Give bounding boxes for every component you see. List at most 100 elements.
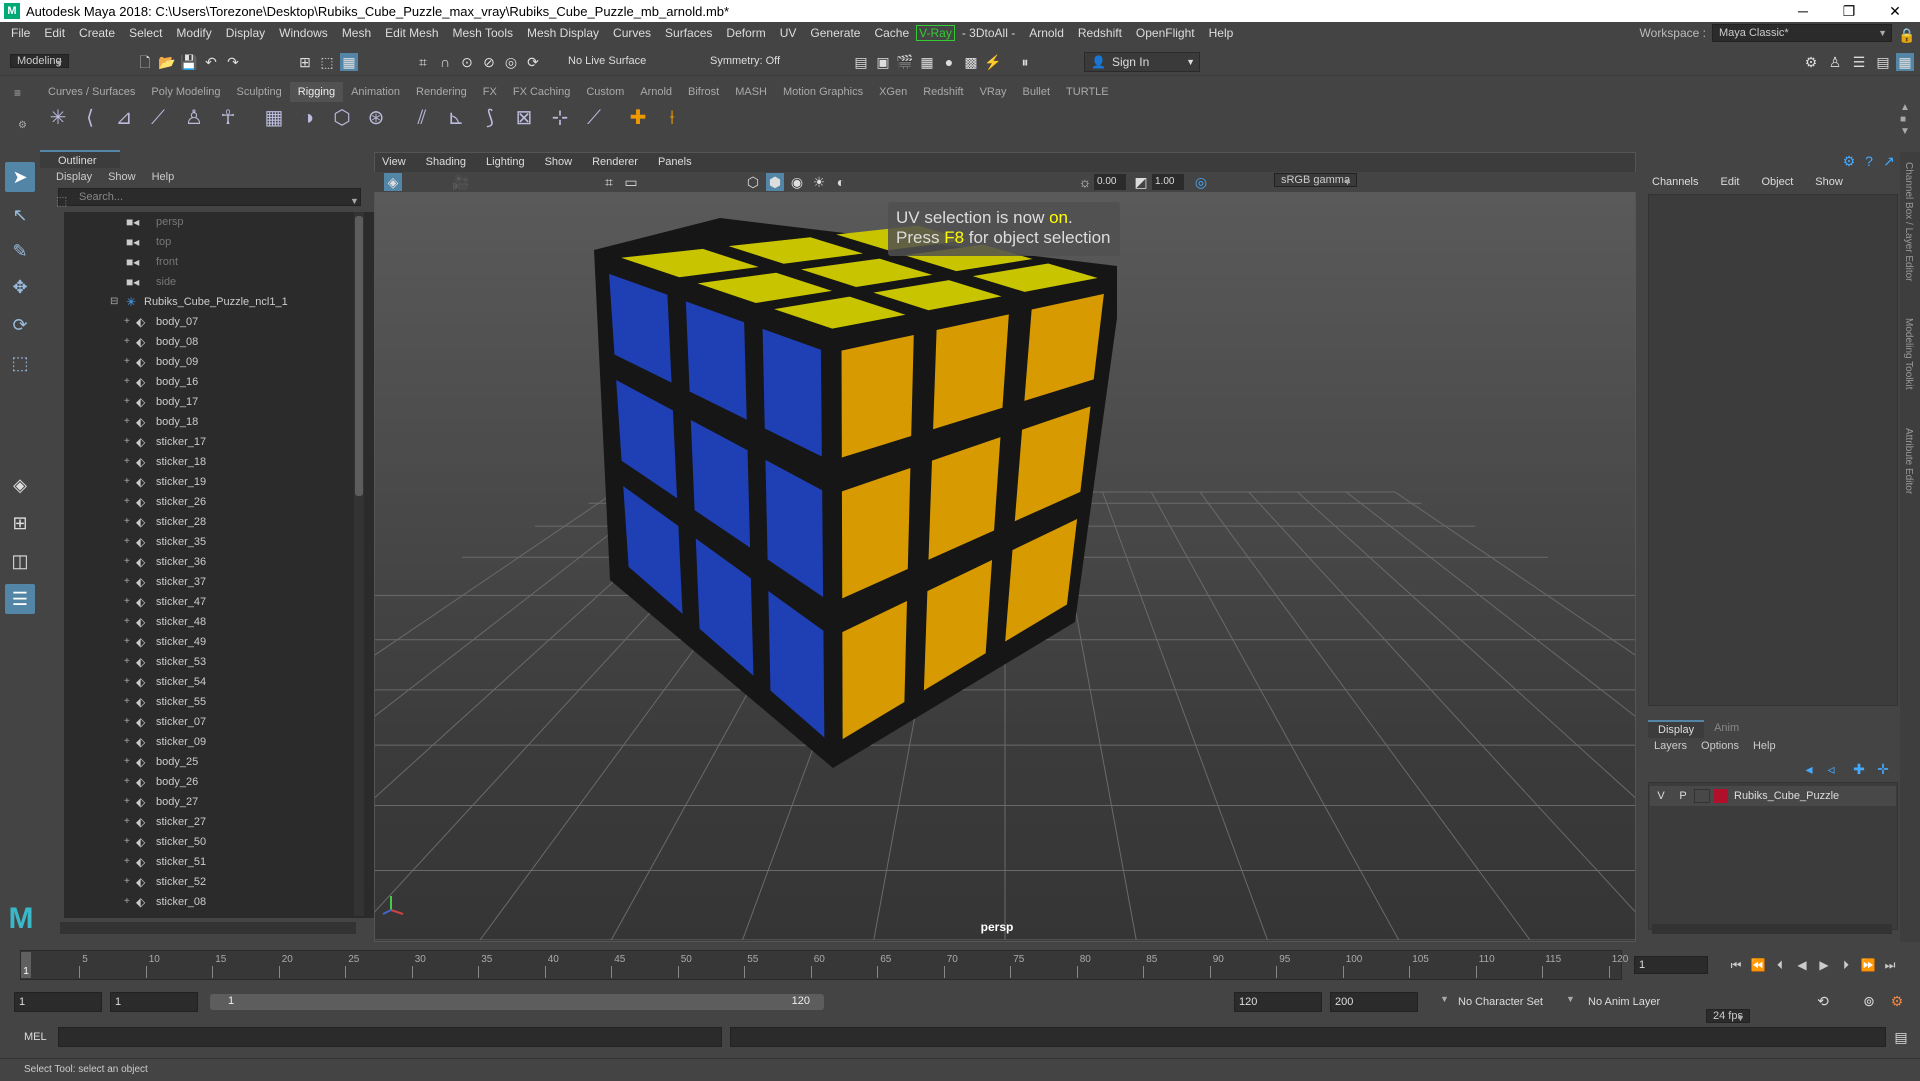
list-item[interactable]: + ⬖ sticker_51 <box>64 852 384 872</box>
list-item[interactable]: + ⬖ body_09 <box>64 352 384 372</box>
menu-openflight[interactable]: OpenFlight <box>1129 26 1202 40</box>
rigid-bind-icon[interactable]: ⊠ <box>510 104 538 132</box>
list-item[interactable]: + ⬖ sticker_49 <box>64 632 384 652</box>
chevron-down-icon[interactable]: ▼ <box>350 196 359 206</box>
menu-cache[interactable]: Cache <box>867 26 916 40</box>
menu-3dtoall[interactable]: - 3DtoAll - <box>955 26 1022 40</box>
expand-icon[interactable]: + <box>124 872 130 892</box>
expand-icon[interactable]: + <box>124 812 130 832</box>
select-hierarchy-icon[interactable]: ⊞ <box>296 53 314 71</box>
expand-icon[interactable]: + <box>124 452 130 472</box>
symmetry-dropdown[interactable]: Symmetry: Off <box>710 55 780 67</box>
channel-menu-channels[interactable]: Channels <box>1652 176 1698 188</box>
select-object-icon[interactable]: ⬚ <box>318 53 336 71</box>
cluster-icon[interactable]: ◑ <box>294 104 322 132</box>
play-backward-icon[interactable]: ◀ <box>1792 956 1812 974</box>
shelf-tab-curves-surfaces[interactable]: Curves / Surfaces <box>40 82 143 102</box>
loop-icon[interactable]: ⟲ <box>1814 992 1832 1010</box>
menu-deform[interactable]: Deform <box>719 26 772 40</box>
sign-in-button[interactable]: 👤 Sign In ▼ <box>1084 52 1200 72</box>
shelf-tab-xgen[interactable]: XGen <box>871 82 915 102</box>
list-item[interactable]: + ⬖ sticker_54 <box>64 672 384 692</box>
expand-icon[interactable]: + <box>124 612 130 632</box>
outliner-menu-help[interactable]: Help <box>152 171 175 183</box>
play-forward-icon[interactable]: ▶ <box>1814 956 1834 974</box>
menu-vray[interactable]: V-Ray <box>916 25 955 41</box>
save-scene-icon[interactable]: 💾 <box>180 53 198 71</box>
point-constraint-icon[interactable]: ✚ <box>624 104 652 132</box>
menu-edit-mesh[interactable]: Edit Mesh <box>378 26 445 40</box>
shelf-tab-mash[interactable]: MASH <box>727 82 775 102</box>
list-item-group[interactable]: ⊟ ✳ Rubiks_Cube_Puzzle_ncl1_1 <box>64 292 384 312</box>
parent-constraint-icon[interactable]: ⟊ <box>658 104 686 132</box>
ik-handle-icon[interactable]: ⟋ <box>144 104 172 132</box>
menu-create[interactable]: Create <box>72 26 122 40</box>
single-perspective-layout-icon[interactable]: ◈ <box>5 470 35 500</box>
select-camera-icon[interactable]: ◈ <box>384 173 402 191</box>
render-frame-icon[interactable]: 🎬 <box>896 53 914 71</box>
outliner-menu-display[interactable]: Display <box>56 171 92 183</box>
outliner-menu-show[interactable]: Show <box>108 171 136 183</box>
shelf-tab-bullet[interactable]: Bullet <box>1015 82 1059 102</box>
expand-icon[interactable]: + <box>124 432 130 452</box>
expand-icon[interactable]: + <box>124 792 130 812</box>
minimize-button[interactable]: ─ <box>1780 0 1826 22</box>
channel-box-icon[interactable]: ▦ <box>1896 53 1914 71</box>
shelf-tab-animation[interactable]: Animation <box>343 82 408 102</box>
new-layer-icon[interactable]: ✛ <box>1874 760 1892 778</box>
menu-help[interactable]: Help <box>1202 26 1241 40</box>
menu-modify[interactable]: Modify <box>169 26 218 40</box>
script-editor-icon[interactable]: ▤ <box>1892 1028 1910 1046</box>
expand-icon[interactable]: + <box>124 552 130 572</box>
menu-set-dropdown[interactable]: Modeling ▼ <box>10 54 69 68</box>
smooth-bind-icon[interactable]: ⟆ <box>476 104 504 132</box>
current-frame-field[interactable]: 1 <box>1634 956 1708 974</box>
create-joint-icon[interactable]: ✳ <box>44 104 72 132</box>
character-set-dropdown[interactable]: No Character Set <box>1458 996 1543 1008</box>
expand-icon[interactable]: + <box>124 492 130 512</box>
menu-uv[interactable]: UV <box>773 26 804 40</box>
step-forward-key-icon[interactable]: ⏩ <box>1858 956 1878 974</box>
menu-mesh-tools[interactable]: Mesh Tools <box>446 26 520 40</box>
expand-icon[interactable]: + <box>124 352 130 372</box>
expand-icon[interactable]: + <box>124 332 130 352</box>
step-back-key-icon[interactable]: ⏪ <box>1748 956 1768 974</box>
menu-mesh[interactable]: Mesh <box>335 26 378 40</box>
gamma-field[interactable]: 1.00 <box>1152 174 1184 190</box>
snap-together-icon[interactable]: ⟳ <box>524 53 542 71</box>
list-item[interactable]: + ⬖ body_18 <box>64 412 384 432</box>
layer-name[interactable]: Rubiks_Cube_Puzzle <box>1734 790 1839 802</box>
modeling-toolkit-icon[interactable]: ⚙ <box>1802 53 1820 71</box>
playback-end-field[interactable]: 120 <box>1234 992 1322 1012</box>
list-item[interactable]: + ⬖ sticker_08 <box>64 892 384 912</box>
expand-icon[interactable]: + <box>124 712 130 732</box>
snap-grid-icon[interactable]: ⌗ <box>414 53 432 71</box>
shelf-tab-rigging[interactable]: Rigging <box>289 82 344 102</box>
menu-mesh-display[interactable]: Mesh Display <box>520 26 606 40</box>
fps-dropdown[interactable]: 24 fps ▼ <box>1706 1009 1750 1023</box>
shelf-tab-arnold[interactable]: Arnold <box>632 82 680 102</box>
film-gate-icon[interactable]: ▭ <box>622 173 640 191</box>
channel-box-settings-icon[interactable]: ⚙ <box>1840 152 1858 170</box>
expand-icon[interactable]: + <box>124 892 130 912</box>
gamma-icon[interactable]: ◩ <box>1132 173 1150 191</box>
new-layer-selected-icon[interactable]: ✚ <box>1850 760 1868 778</box>
anim-layer-dropdown[interactable]: No Anim Layer <box>1588 996 1660 1008</box>
preferences-icon[interactable]: ⚙ <box>1888 992 1906 1010</box>
list-item[interactable]: + ⬖ sticker_27 <box>64 812 384 832</box>
menu-surfaces[interactable]: Surfaces <box>658 26 719 40</box>
expand-icon[interactable]: + <box>124 732 130 752</box>
outliner-layout-icon[interactable]: ☰ <box>5 584 35 614</box>
shelf-tab-poly-modeling[interactable]: Poly Modeling <box>143 82 228 102</box>
expand-icon[interactable]: + <box>124 532 130 552</box>
insert-joint-icon[interactable]: ⟨ <box>76 104 104 132</box>
shelf-tab-redshift[interactable]: Redshift <box>915 82 971 102</box>
snap-curve-icon[interactable]: ∩ <box>436 53 454 71</box>
list-item[interactable]: + ⬖ sticker_50 <box>64 832 384 852</box>
move-tool-icon[interactable]: ✥ <box>5 272 35 302</box>
list-item[interactable]: + ⬖ body_08 <box>64 332 384 352</box>
list-item[interactable]: + ⬖ sticker_17 <box>64 432 384 452</box>
tab-channel-box-layer-editor[interactable]: Channel Box / Layer Editor <box>1903 162 1914 282</box>
shelf-tab-motion-graphics[interactable]: Motion Graphics <box>775 82 871 102</box>
close-button[interactable]: ✕ <box>1872 0 1918 22</box>
